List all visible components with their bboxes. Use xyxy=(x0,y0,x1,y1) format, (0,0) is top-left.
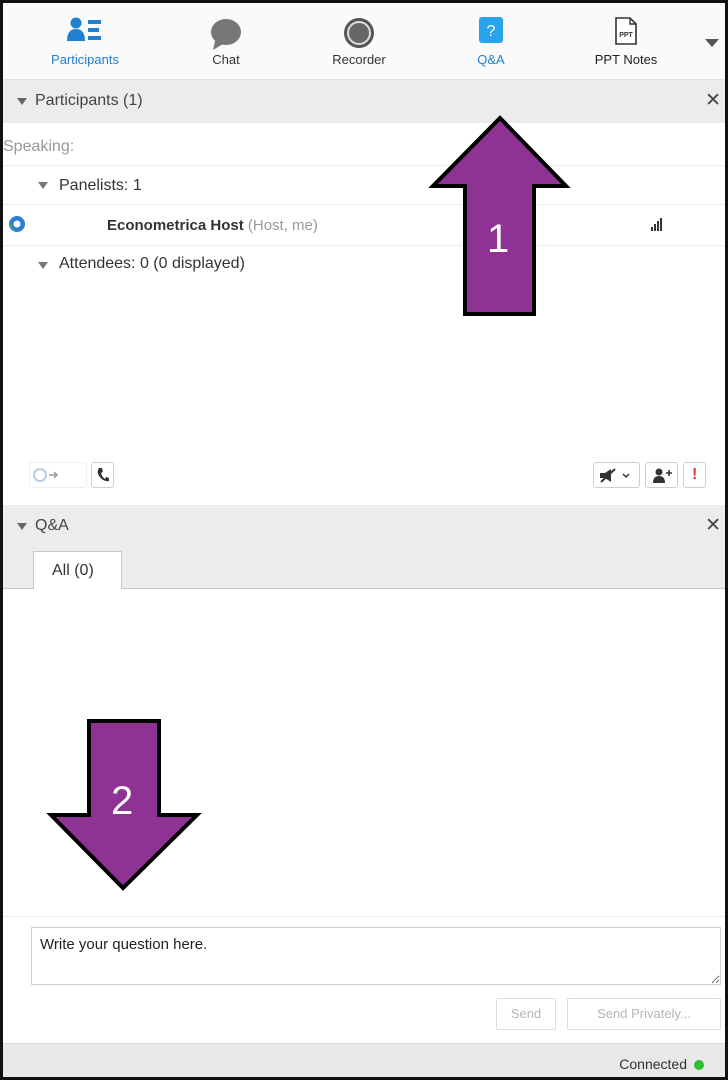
annotation-number-1: 1 xyxy=(487,217,510,261)
app-window: Participants Chat Recorder ? Q&A PPT PPT… xyxy=(0,0,728,1080)
annotation-overlay xyxy=(46,115,571,891)
annotation-number-2: 2 xyxy=(111,779,134,823)
annotation-arrow-up xyxy=(428,115,571,316)
